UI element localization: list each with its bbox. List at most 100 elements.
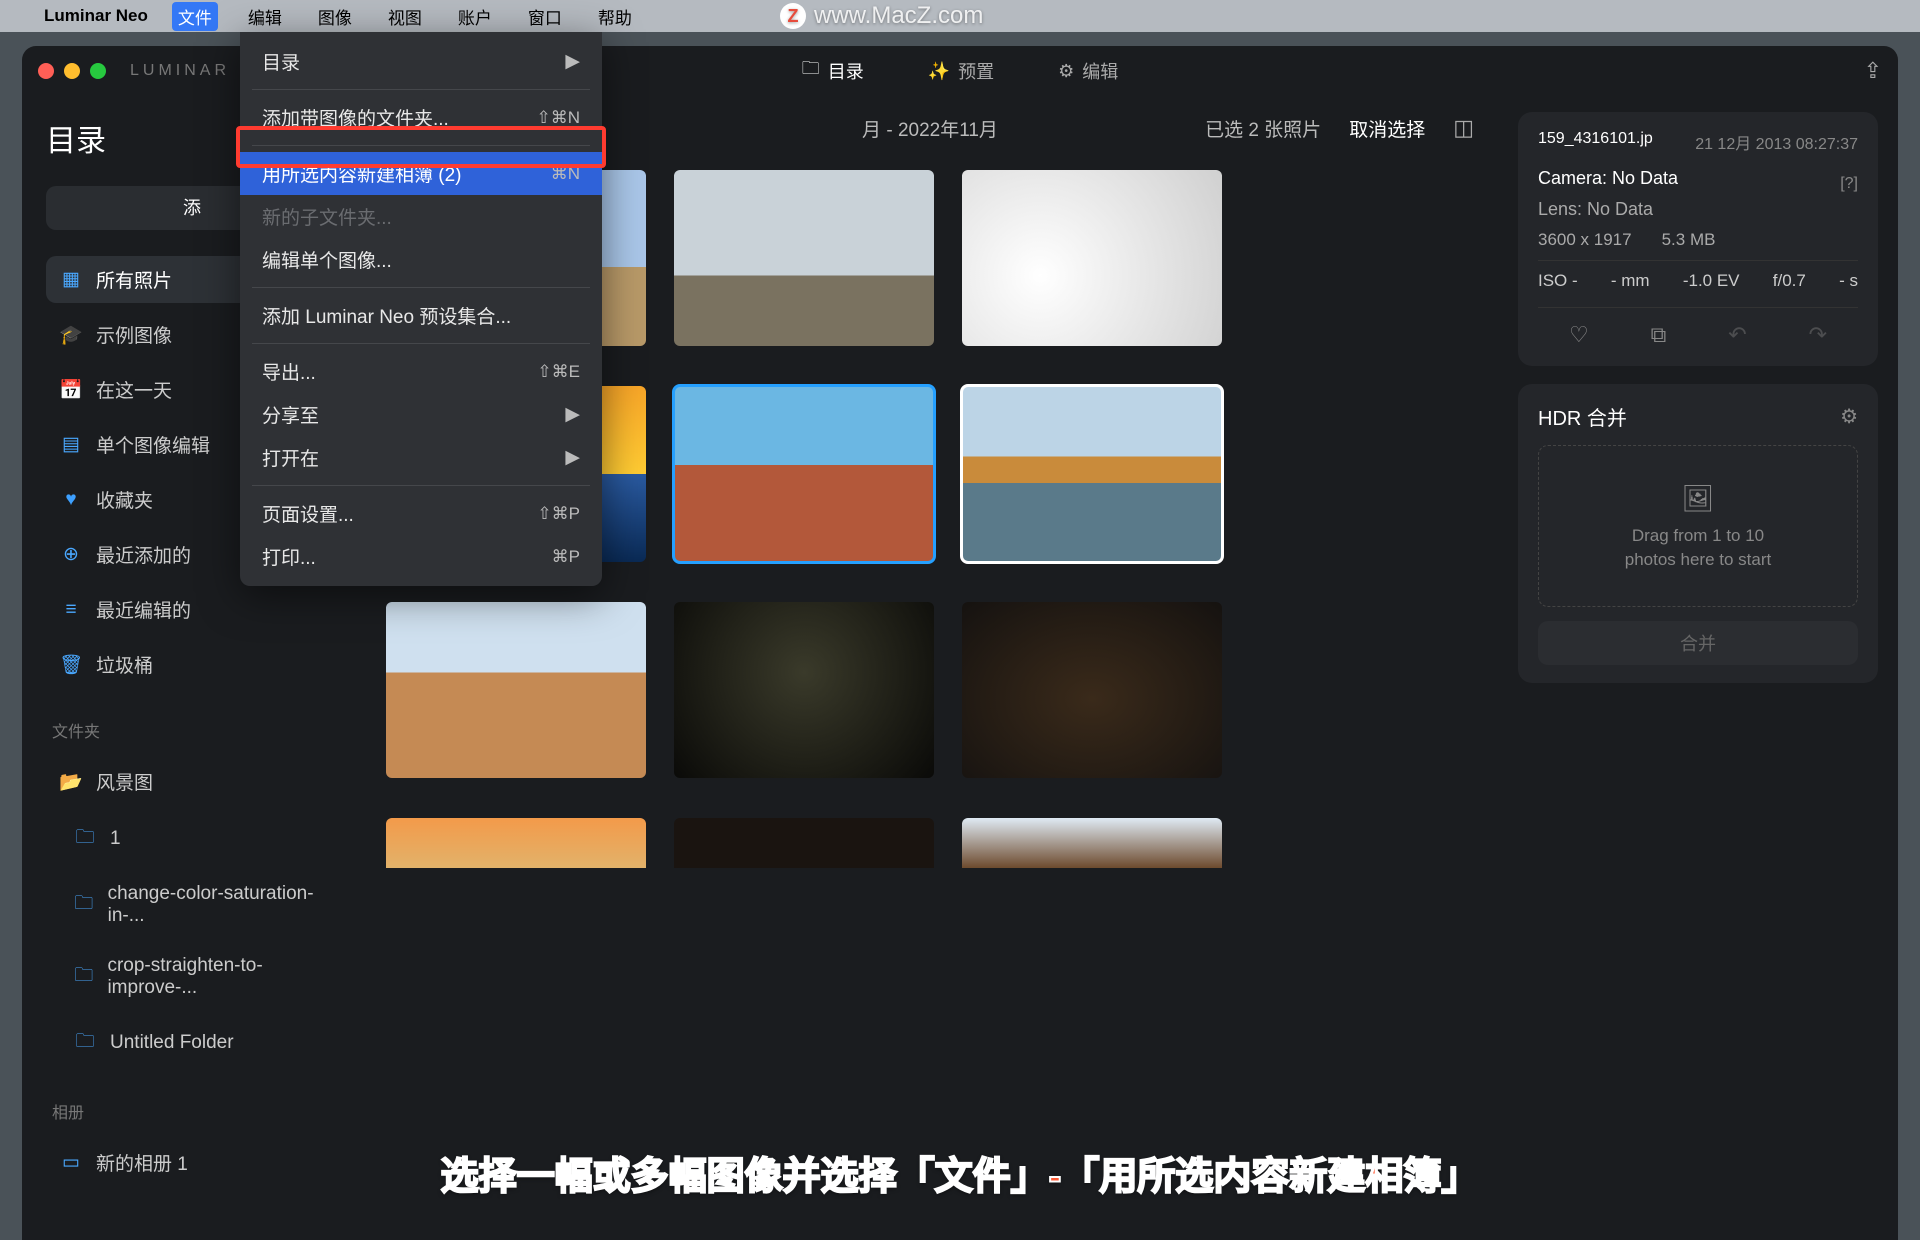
hdr-drop-zone[interactable]: 🖼 Drag from 1 to 10 photos here to start xyxy=(1538,445,1858,607)
menu-window[interactable]: 窗口 xyxy=(522,2,568,31)
thumbnail[interactable] xyxy=(386,602,646,778)
heart-icon: ♥ xyxy=(60,489,82,511)
watermark-icon: Z xyxy=(780,3,806,29)
dd-separator xyxy=(252,145,590,146)
rotate-ccw-icon[interactable]: ↶ xyxy=(1728,322,1746,348)
menu-account[interactable]: 账户 xyxy=(452,2,498,31)
dd-add-presets[interactable]: 添加 Luminar Neo 预设集合... xyxy=(240,294,602,337)
folder-icon: 🗀 xyxy=(74,961,93,993)
share-icon[interactable]: ⇪ xyxy=(1864,58,1882,84)
graduation-icon: 🎓 xyxy=(60,323,82,347)
chevron-right-icon: ▶ xyxy=(565,446,580,469)
thumbnail[interactable] xyxy=(674,602,934,778)
help-icon[interactable]: [?] xyxy=(1840,175,1858,193)
date-range-label: 月 - 2022年11月 xyxy=(862,115,998,142)
deselect-button[interactable]: 取消选择 xyxy=(1349,115,1425,142)
favorite-icon[interactable]: ♡ xyxy=(1569,322,1589,348)
dd-new-subfolder: 新的子文件夹... xyxy=(240,195,602,238)
folder-item[interactable]: 🗀1 xyxy=(46,813,338,865)
tutorial-caption: 选择一幅或多幅图像并选择「文件」-「用所选内容新建相簿」 xyxy=(441,1145,1480,1200)
rotate-cw-icon[interactable]: ↷ xyxy=(1809,322,1827,348)
menu-help[interactable]: 帮助 xyxy=(592,2,638,31)
hdr-card: HDR 合并 ⚙ 🖼 Drag from 1 to 10 photos here… xyxy=(1518,384,1878,683)
thumbnail[interactable] xyxy=(962,170,1222,346)
menu-image[interactable]: 图像 xyxy=(312,2,358,31)
info-lens: Lens: No Data xyxy=(1538,199,1858,220)
tab-presets[interactable]: ✨预置 xyxy=(916,52,1006,90)
dd-add-folder[interactable]: 添加带图像的文件夹...⇧⌘N xyxy=(240,96,602,139)
folder-icon: 🗀 xyxy=(74,823,96,855)
grid-icon: ▦ xyxy=(60,268,82,291)
info-card: 159_4316101.jp 21 12月 2013 08:27:37 Came… xyxy=(1518,112,1878,366)
dd-edit-single-image[interactable]: 编辑单个图像... xyxy=(240,238,602,281)
thumbnail[interactable] xyxy=(674,170,934,346)
album-icon: ▭ xyxy=(60,1151,82,1174)
menu-edit[interactable]: 编辑 xyxy=(242,2,288,31)
dd-separator xyxy=(252,485,590,486)
folder-icon: 🗀 xyxy=(74,1027,96,1059)
layout-icon: ▤ xyxy=(60,433,82,456)
info-camera: Camera: No Data xyxy=(1538,168,1678,189)
sliders-icon: ⚙ xyxy=(1058,61,1074,82)
exif-row: ISO -- mm-1.0 EVf/0.7- s xyxy=(1538,260,1858,291)
info-dimensions: 3600 x 1917 xyxy=(1538,230,1632,250)
folder-icon: 🗀 xyxy=(802,56,820,86)
minimize-icon[interactable] xyxy=(64,63,80,79)
sidebar-item-trash[interactable]: 🗑垃圾桶 xyxy=(46,641,338,688)
dd-share-to[interactable]: 分享至▶ xyxy=(240,393,602,436)
dd-catalog[interactable]: 目录▶ xyxy=(240,40,602,83)
info-actions: ♡ ⧉ ↶ ↷ xyxy=(1538,307,1858,348)
watermark-text: www.MacZ.com xyxy=(814,2,983,30)
thumbnail[interactable] xyxy=(674,818,934,868)
album-item[interactable]: ▭新的相册 1 xyxy=(46,1139,338,1186)
dd-print[interactable]: 打印...⌘P xyxy=(240,535,602,578)
calendar-icon: 📅 xyxy=(60,378,82,402)
tab-catalog[interactable]: 🗀目录 xyxy=(790,50,876,92)
thumbnail-selected[interactable] xyxy=(674,386,934,562)
folder-icon: 🗀 xyxy=(74,889,94,921)
chevron-right-icon: ▶ xyxy=(565,50,580,73)
folder-open-icon: 📂 xyxy=(60,770,82,794)
file-dropdown-menu: 目录▶ 添加带图像的文件夹...⇧⌘N 用所选内容新建相簿 (2)⌘N 新的子文… xyxy=(240,32,602,586)
plus-circle-icon: ⊕ xyxy=(60,543,82,566)
thumbnail[interactable] xyxy=(962,602,1222,778)
app-logo: LUMINAR xyxy=(130,62,230,80)
sidebar-item-recent-edited[interactable]: ≡最近编辑的 xyxy=(46,586,338,633)
hdr-merge-button[interactable]: 合并 xyxy=(1538,621,1858,665)
dd-page-setup[interactable]: 页面设置...⇧⌘P xyxy=(240,492,602,535)
fullscreen-icon[interactable] xyxy=(90,63,106,79)
info-filesize: 5.3 MB xyxy=(1662,230,1716,250)
watermark: Z www.MacZ.com xyxy=(780,0,983,32)
info-datetime: 21 12月 2013 08:27:37 xyxy=(1695,130,1858,154)
close-icon[interactable] xyxy=(38,63,54,79)
gear-icon[interactable]: ⚙ xyxy=(1840,404,1858,429)
dd-open-in[interactable]: 打开在▶ xyxy=(240,436,602,479)
menubar-app-name[interactable]: Luminar Neo xyxy=(44,6,148,26)
dd-new-album-from-selection[interactable]: 用所选内容新建相簿 (2)⌘N xyxy=(240,152,602,195)
top-tabs: 🗀目录 ✨预置 ⚙编辑 xyxy=(790,50,1131,92)
folder-item[interactable]: 📂风景图 xyxy=(46,758,338,805)
images-icon: 🖼 xyxy=(1549,480,1847,516)
section-albums-label: 相册 xyxy=(52,1099,338,1123)
hdr-title: HDR 合并 xyxy=(1538,402,1627,431)
sidebar-toggle-icon[interactable]: ◫ xyxy=(1453,115,1474,141)
folder-item[interactable]: 🗀Untitled Folder xyxy=(46,1017,338,1069)
sparkle-icon: ✨ xyxy=(928,61,950,82)
folder-item[interactable]: 🗀change-color-saturation-in-... xyxy=(46,873,338,937)
tab-edit[interactable]: ⚙编辑 xyxy=(1046,52,1130,90)
right-panel: 159_4316101.jp 21 12月 2013 08:27:37 Came… xyxy=(1498,96,1898,1240)
dd-separator xyxy=(252,287,590,288)
dd-export[interactable]: 导出...⇧⌘E xyxy=(240,350,602,393)
thumbnail[interactable] xyxy=(962,818,1222,868)
menu-file[interactable]: 文件 xyxy=(172,2,218,31)
trash-icon: 🗑 xyxy=(60,653,82,677)
dd-separator xyxy=(252,343,590,344)
dd-separator xyxy=(252,89,590,90)
sliders-icon: ≡ xyxy=(60,599,82,621)
thumbnail[interactable] xyxy=(386,818,646,868)
thumbnail-selected[interactable] xyxy=(962,386,1222,562)
menu-view[interactable]: 视图 xyxy=(382,2,428,31)
folder-item[interactable]: 🗀crop-straighten-to-improve-... xyxy=(46,945,338,1009)
chevron-right-icon: ▶ xyxy=(565,403,580,426)
copy-icon[interactable]: ⧉ xyxy=(1651,322,1667,348)
